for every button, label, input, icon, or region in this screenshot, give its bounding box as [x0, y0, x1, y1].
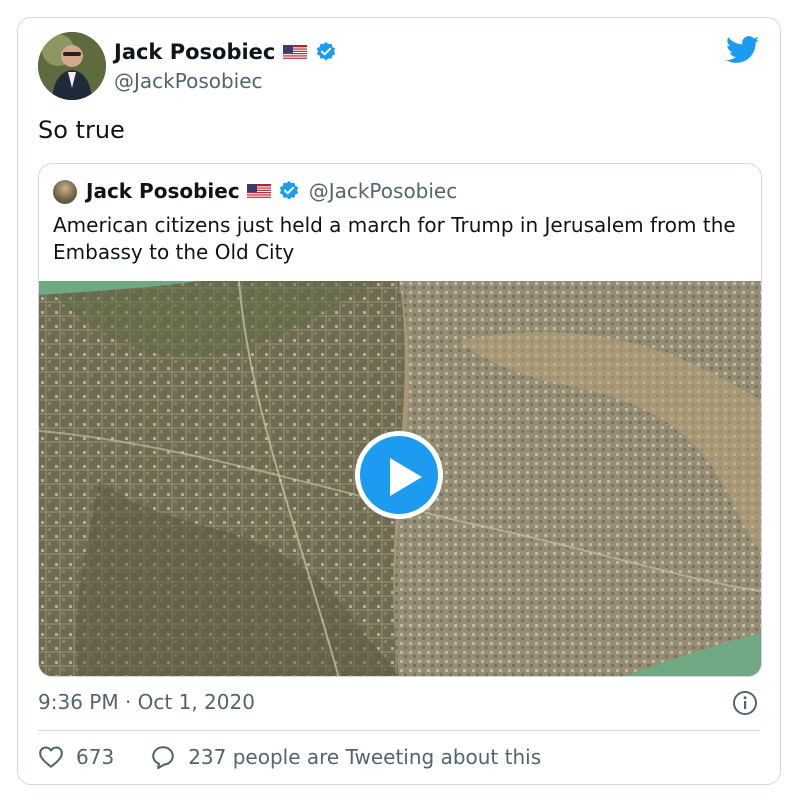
twitter-bird-icon[interactable] — [726, 36, 760, 64]
video-thumbnail[interactable] — [39, 281, 761, 676]
tweet-timestamp[interactable]: 9:36 PM · Oct 1, 2020 — [38, 690, 255, 714]
tweet-actions: 673 237 people are Tweeting about this — [38, 744, 577, 770]
us-flag-icon — [283, 44, 308, 60]
tweet-text: So true — [38, 116, 125, 144]
author-handle[interactable]: @JackPosobiec — [114, 69, 263, 93]
play-button[interactable] — [355, 431, 443, 519]
reply-action[interactable]: 237 people are Tweeting about this — [150, 744, 541, 770]
info-icon[interactable] — [732, 690, 758, 716]
quoted-author-handle[interactable]: @JackPosobiec — [309, 179, 458, 203]
reply-bubble-icon — [152, 746, 174, 770]
tweet-card: Jack Posobiec @JackPosobiec So true Jack… — [17, 17, 781, 785]
like-count: 673 — [76, 745, 115, 769]
play-icon — [390, 458, 422, 496]
heart-icon — [39, 746, 63, 768]
us-flag-icon — [246, 183, 271, 199]
like-action[interactable]: 673 — [38, 744, 114, 770]
divider — [38, 730, 760, 731]
quoted-author-avatar[interactable] — [53, 180, 77, 204]
quoted-author-name[interactable]: Jack Posobiec — [86, 179, 240, 203]
verified-badge-icon — [279, 180, 298, 200]
author-name[interactable]: Jack Posobiec — [114, 40, 275, 64]
author-avatar[interactable] — [38, 32, 106, 100]
quoted-tweet[interactable]: Jack Posobiec @JackPosobiec American cit… — [38, 163, 762, 677]
quoted-tweet-text: American citizens just held a march for … — [53, 213, 736, 264]
avatar-portrait — [38, 32, 106, 100]
quoted-tweet-header: Jack Posobiec @JackPosobiec — [86, 179, 457, 203]
talking-about-text: 237 people are Tweeting about this — [188, 745, 542, 769]
author-name-row[interactable]: Jack Posobiec — [114, 40, 337, 64]
verified-badge-icon — [317, 41, 336, 61]
